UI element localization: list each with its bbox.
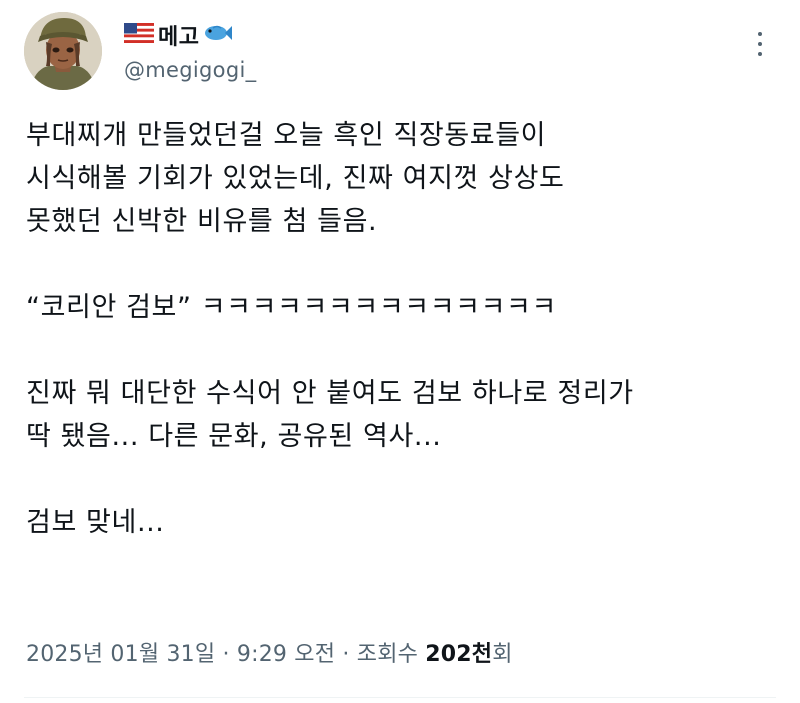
display-name: 메고	[158, 25, 200, 50]
tweet-line: 진짜 뭐 대단한 수식어 안 붙여도 검보 하나로 정리가	[26, 378, 634, 409]
views-suffix: 회	[492, 642, 513, 667]
meta-separator: ·	[215, 642, 237, 667]
tweet-time[interactable]: 9:29 오전	[237, 642, 335, 667]
tweet-date[interactable]: 2025년 01월 31일	[26, 642, 215, 667]
divider	[24, 697, 776, 698]
user-handle[interactable]: @megigogi_	[124, 58, 256, 82]
tweet-line: 못했던 신박한 비유를 첨 들음.	[26, 206, 378, 237]
tweet-line: 딱 됐음... 다른 문화, 공유된 역사...	[26, 421, 442, 452]
avatar-image	[24, 12, 102, 90]
tweet-line: 부대찌개 만들었던걸 오늘 흑인 직장동료들이	[26, 120, 547, 151]
author-info: 메고 @megigogi_	[124, 18, 256, 82]
fish-icon	[203, 22, 233, 48]
display-name-row[interactable]: 메고	[124, 18, 256, 52]
tweet-meta: 2025년 01월 31일 · 9:29 오전 · 조회수 202천회	[26, 636, 513, 668]
views-count[interactable]: 202천	[425, 642, 492, 667]
meta-separator: ·	[335, 642, 357, 667]
us-flag-icon	[124, 23, 154, 47]
tweet-line: “코리안 검보” ㅋㅋㅋㅋㅋㅋㅋㅋㅋㅋㅋㅋㅋㅋ	[26, 292, 557, 323]
tweet-line: 검보 맞네...	[26, 507, 165, 538]
avatar[interactable]	[24, 12, 102, 90]
tweet-line: 시식해볼 기회가 있었는데, 진짜 여지껏 상상도	[26, 163, 565, 194]
tweet-text: 부대찌개 만들었던걸 오늘 흑인 직장동료들이 시식해볼 기회가 있었는데, 진…	[26, 114, 766, 544]
views-label: 조회수	[356, 642, 426, 667]
tweet-header: 메고 @megigogi_	[24, 12, 776, 96]
more-options-icon[interactable]	[750, 26, 770, 62]
